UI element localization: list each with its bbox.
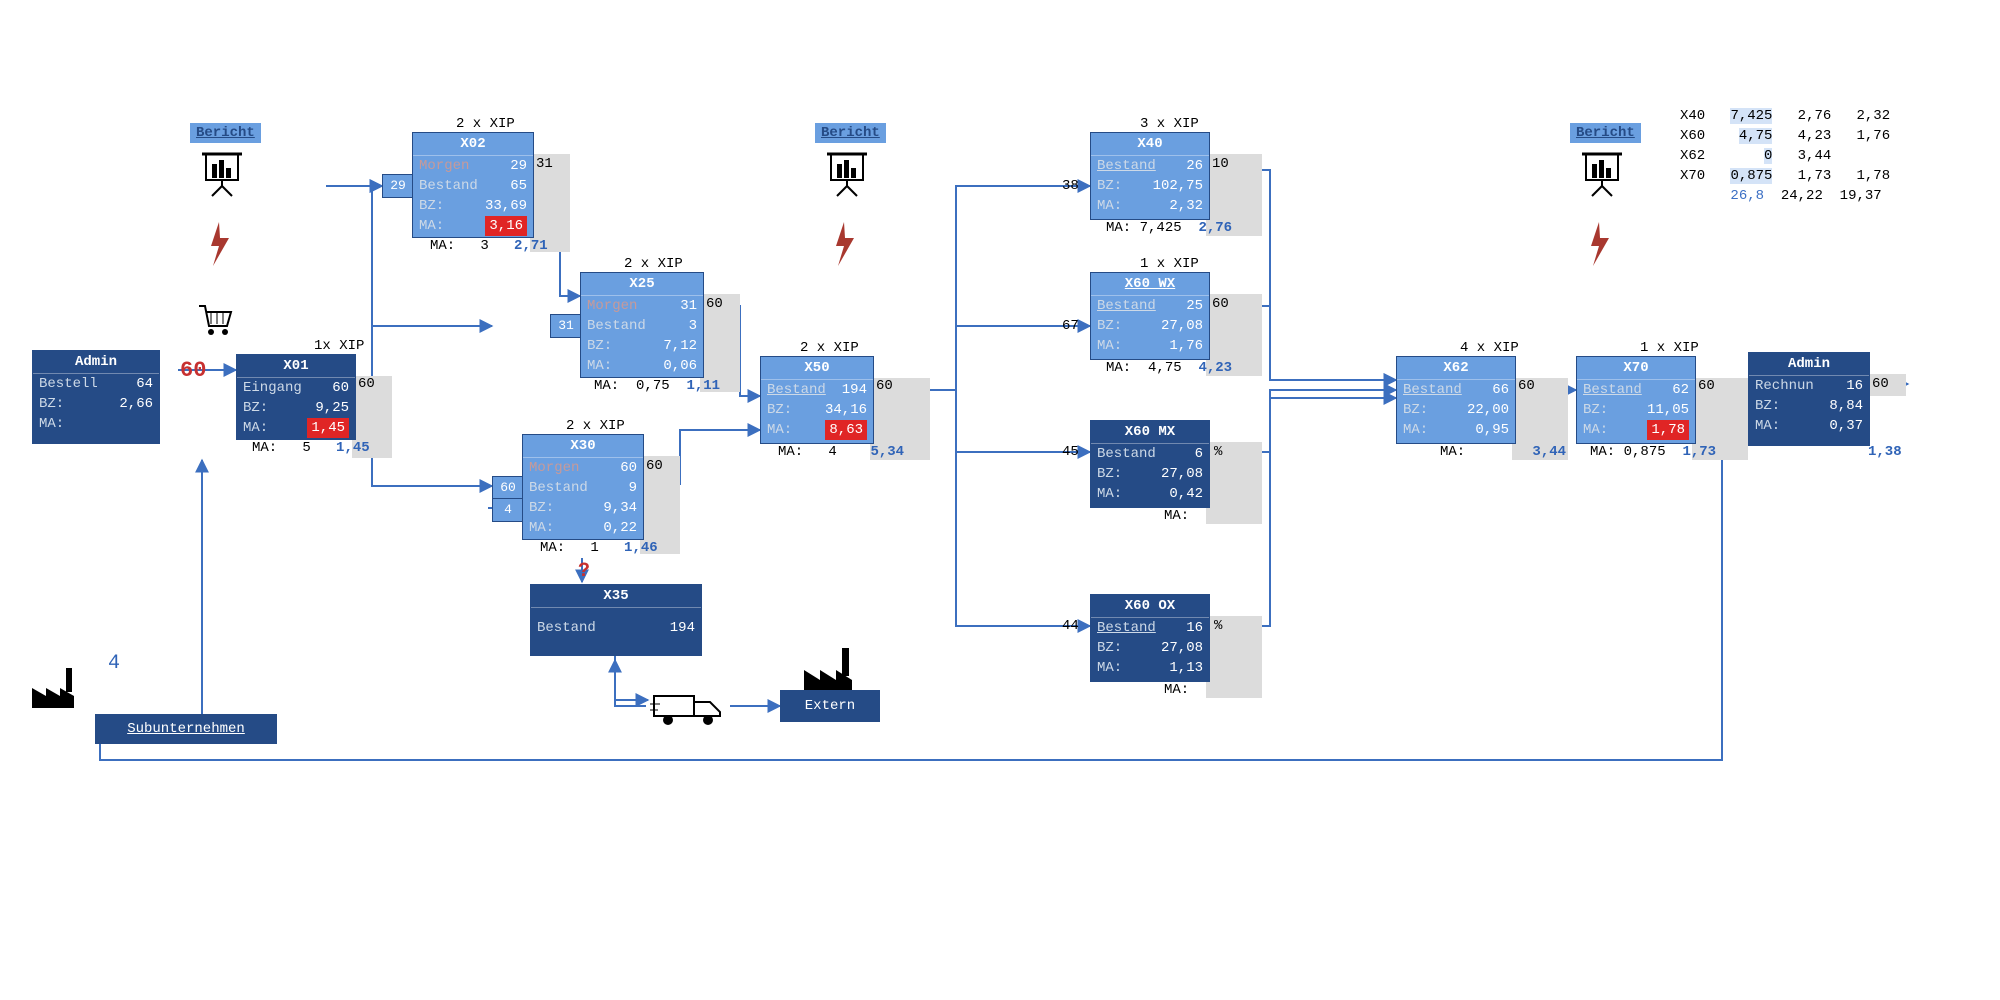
node-title: X62 <box>1397 357 1515 380</box>
ma-footnote: MA: 5 1,45 <box>252 440 452 456</box>
node-title: X25 <box>581 273 703 296</box>
bericht-tag-2[interactable]: Bericht <box>815 123 886 143</box>
ma-footnote: MA: <box>1164 508 1364 524</box>
node-x60ox[interactable]: X60 OX Bestand16 BZ:27,08 MA:1,13 <box>1090 594 1210 682</box>
node-x40[interactable]: X40 Bestand26 BZ:102,75 MA:2,32 <box>1090 132 1210 220</box>
factory-icon <box>28 660 82 710</box>
node-x01[interactable]: X01 Eingang60 BZ:9,25 MA:1,45 <box>236 354 356 440</box>
node-title: X50 <box>761 357 873 380</box>
presentation-chart-icon <box>825 150 869 198</box>
out-value: 10 <box>1212 156 1229 172</box>
truck-icon <box>650 688 730 728</box>
node-extern[interactable]: Extern <box>780 690 880 722</box>
xip-label: 2 x XIP <box>624 256 683 272</box>
node-title: X60 WX <box>1091 273 1209 296</box>
bericht-tag-1[interactable]: Bericht <box>190 123 261 143</box>
out-value: 60 <box>876 378 893 394</box>
side-in-60: 60 <box>492 476 524 500</box>
xip-label: 3 x XIP <box>1140 116 1199 132</box>
node-subunternehmen[interactable]: Subunternehmen <box>95 714 277 744</box>
out-value: 60 <box>1212 296 1229 312</box>
xip-label: 4 x XIP <box>1460 340 1519 356</box>
node-title: X35 <box>531 585 701 608</box>
ma-footnote: MA: 4 5,34 <box>778 444 978 460</box>
lightning-icon <box>830 220 858 268</box>
xip-label: 1x XIP <box>314 338 364 354</box>
ma-footnote: MA: 1 1,46 <box>540 540 740 556</box>
node-title: X02 <box>413 133 533 156</box>
out-value: 60 <box>358 376 375 392</box>
lightning-icon <box>205 220 233 268</box>
xip-label: 1 x XIP <box>1640 340 1699 356</box>
node-x35[interactable]: X35 Bestand194 <box>530 584 702 656</box>
flow-count: 44 <box>1062 618 1079 634</box>
out-value: 60 <box>646 458 663 474</box>
side-in-4: 4 <box>492 498 524 522</box>
sub-return-4: 4 <box>108 652 120 675</box>
node-x70[interactable]: X70 Bestand62 BZ:11,05 MA:1,78 <box>1576 356 1696 444</box>
node-title: X30 <box>523 435 643 458</box>
question-mark: ? <box>578 560 590 583</box>
node-title: X01 <box>237 355 355 378</box>
node-admin-right[interactable]: Admin Rechnun16 BZ:8,84 MA:0,37 <box>1748 352 1870 446</box>
out-value: % <box>1214 618 1222 634</box>
ma-footnote: MA: <box>1164 682 1364 698</box>
node-x62[interactable]: X62 Bestand66 BZ:22,00 MA:0,95 <box>1396 356 1516 444</box>
out-value: 60 <box>706 296 723 312</box>
xip-label: 2 x XIP <box>456 116 515 132</box>
node-x60wx[interactable]: X60 WX Bestand25 BZ:27,08 MA:1,76 <box>1090 272 1210 360</box>
bericht-tag-3[interactable]: Bericht <box>1570 123 1641 143</box>
factory-icon <box>800 640 858 696</box>
shopping-cart-icon <box>195 300 235 340</box>
out-value: 60 <box>1698 378 1715 394</box>
node-x25[interactable]: X25 Morgen31 Bestand3 BZ:7,12 MA:0,06 <box>580 272 704 378</box>
node-title: X60 MX <box>1091 421 1209 444</box>
lightning-icon <box>1585 220 1613 268</box>
side-in-29: 29 <box>382 174 414 198</box>
summary-table: X40 7,425 2,76 2,32 X60 4,75 4,23 1,76 X… <box>1680 86 1890 206</box>
node-x02[interactable]: X02 Morgen29 Bestand65 BZ:33,69 MA:3,16 <box>412 132 534 238</box>
flow-count: 38 <box>1062 178 1079 194</box>
node-title: X40 <box>1091 133 1209 156</box>
node-admin-left[interactable]: Admin Bestell64 BZ:2,66 MA: <box>32 350 160 444</box>
flow-count: 45 <box>1062 444 1079 460</box>
out-value: % <box>1214 444 1222 460</box>
node-x30[interactable]: X30 Morgen60 Bestand9 BZ:9,34 MA:0,22 <box>522 434 644 540</box>
flow-count: 67 <box>1062 318 1079 334</box>
presentation-chart-icon <box>200 150 244 198</box>
out-value: 31 <box>536 156 553 172</box>
ma-footnote: MA: 3 2,71 <box>430 238 630 254</box>
xip-label: 1 x XIP <box>1140 256 1199 272</box>
ma-footnote: MA: 0,875 1,73 <box>1590 444 1790 460</box>
node-title: X70 <box>1577 357 1695 380</box>
node-title: Admin <box>33 351 159 374</box>
side-in-31: 31 <box>550 314 582 338</box>
node-x60mx[interactable]: X60 MX Bestand6 BZ:27,08 MA:0,42 <box>1090 420 1210 508</box>
out-value: 60 <box>1872 376 1889 392</box>
node-x50[interactable]: X50 Bestand194 BZ:34,16 MA:8,63 <box>760 356 874 444</box>
xip-label: 2 x XIP <box>566 418 625 434</box>
presentation-chart-icon <box>1580 150 1624 198</box>
ma-footnote: MA: 4,75 4,23 <box>1106 360 1306 376</box>
ma-footnote: 1,38 <box>1868 444 2000 460</box>
ma-footnote: MA: 7,425 2,76 <box>1106 220 1306 236</box>
node-title: X60 OX <box>1091 595 1209 618</box>
node-title: Admin <box>1749 353 1869 376</box>
input-qty-60: 60 <box>180 358 206 383</box>
out-value: 60 <box>1518 378 1535 394</box>
xip-label: 2 x XIP <box>800 340 859 356</box>
